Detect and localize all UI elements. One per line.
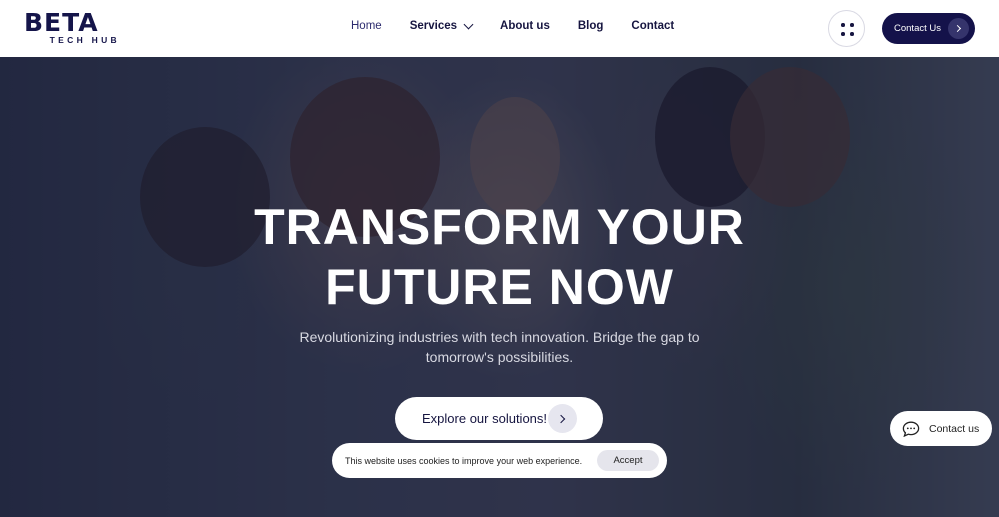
nav-item-services[interactable]: Services [409,19,474,32]
contact-us-button[interactable]: Contact Us [882,13,975,44]
main-nav: Home Services About us Blog Contact [351,19,702,32]
chat-widget-button[interactable]: Contact us [890,411,992,446]
hero-title-line2: FUTURE NOW [325,259,674,315]
explore-solutions-label: Explore our solutions! [422,411,548,426]
nav-item-label: Blog [577,20,604,32]
chat-bubble-icon [902,421,920,437]
nav-item-label: Contact [631,20,675,32]
arrow-right-icon [948,18,969,39]
nav-item-label: About us [500,20,550,32]
chat-label: Contact us [929,422,980,435]
hero-title-line1: TRANSFORM YOUR [254,199,745,255]
arrow-right-icon [548,404,577,433]
site-header: BETA TECH HUB Home Services About us Blo… [0,0,999,57]
nav-item-about[interactable]: About us [500,20,550,32]
cookie-text: This website uses cookies to improve you… [345,455,583,466]
hero-subtitle: Revolutionizing industries with tech inn… [299,329,700,365]
explore-solutions-button[interactable]: Explore our solutions! [395,397,603,440]
cookie-banner: This website uses cookies to improve you… [332,443,667,478]
accept-label: Accept [613,455,643,466]
nav-item-blog[interactable]: Blog [578,20,604,32]
nav-item-contact[interactable]: Contact [631,20,674,32]
hero-section: TRANSFORM YOUR FUTURE NOW Revolutionizin… [0,57,999,517]
contact-us-label: Contact Us [894,23,941,34]
nav-item-label: Home [351,20,382,32]
chevron-down-icon [463,19,474,29]
nav-item-home[interactable]: Home [351,20,382,32]
logo-main-text: BETA [24,8,99,37]
nav-item-label: Services [409,20,458,32]
accept-cookies-button[interactable]: Accept [597,450,659,471]
hero-title: TRANSFORM YOUR FUTURE NOW [0,197,999,317]
logo[interactable]: BETA TECH HUB [24,8,120,46]
menu-grid-button[interactable] [828,10,865,47]
